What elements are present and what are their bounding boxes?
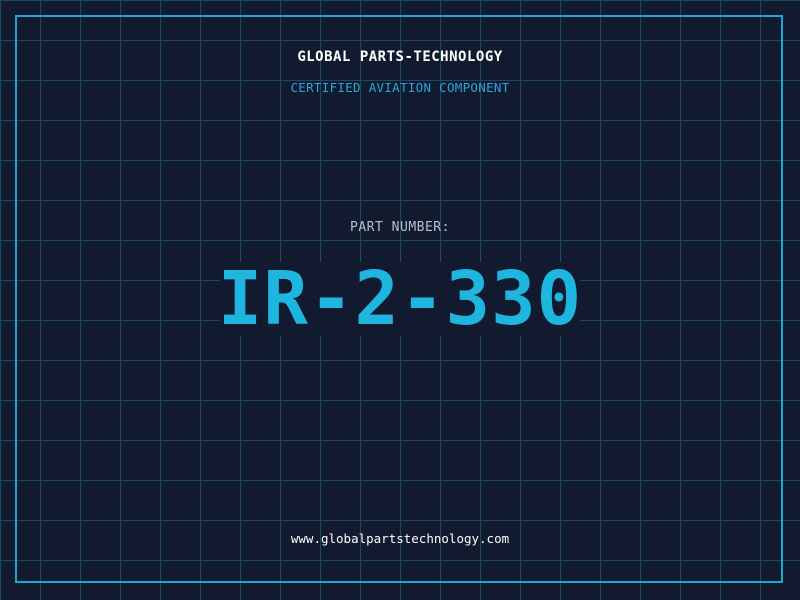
certification-subtitle: CERTIFIED AVIATION COMPONENT <box>290 80 510 95</box>
part-label-card: GLOBAL PARTS-TECHNOLOGY CERTIFIED AVIATI… <box>0 0 800 600</box>
part-number-label: PART NUMBER: <box>350 220 450 235</box>
part-number-value: IR-2-330 <box>217 256 583 342</box>
company-name: GLOBAL PARTS-TECHNOLOGY <box>297 49 503 65</box>
website-url: www.globalpartstechnology.com <box>290 531 510 546</box>
